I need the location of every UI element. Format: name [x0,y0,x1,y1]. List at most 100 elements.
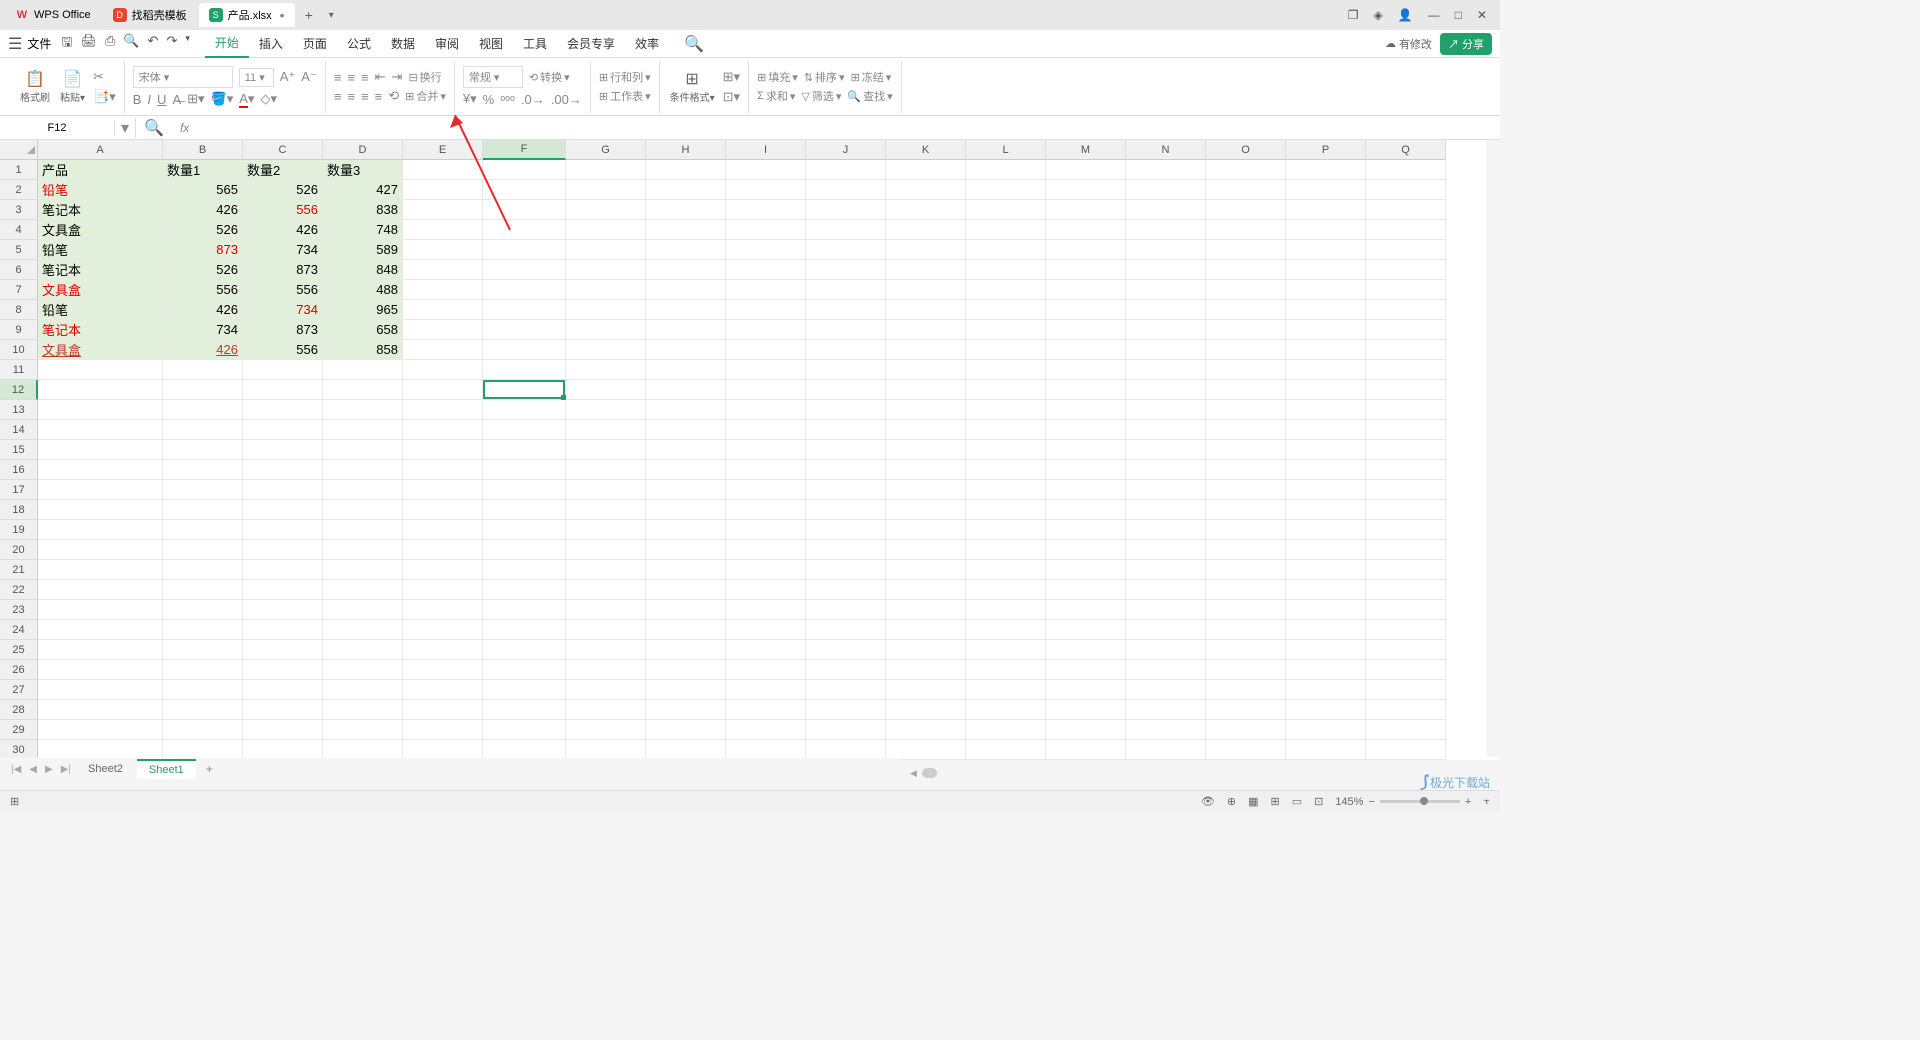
find-button[interactable]: 🔍 查找▾ [847,88,892,104]
strikethrough-icon[interactable]: A̶ [172,92,181,107]
sort-button[interactable]: ⇅ 排序▾ [804,69,845,85]
row-header[interactable]: 29 [0,720,38,740]
eye-icon[interactable]: 👁 [1201,795,1215,808]
data-cell[interactable]: 铅笔 [38,240,163,260]
status-mode-icon[interactable]: ⊞ [10,795,19,808]
minimize-icon[interactable]: — [1428,8,1440,22]
column-header[interactable]: I [726,140,806,160]
column-header[interactable]: P [1286,140,1366,160]
decrease-font-icon[interactable]: A⁻ [301,69,317,85]
decrease-decimal-icon[interactable]: .00→ [551,92,582,107]
increase-font-icon[interactable]: A⁺ [280,69,296,85]
data-cell[interactable]: 658 [323,320,403,340]
data-cell[interactable]: 文具盒 [38,340,163,360]
column-header[interactable]: E [403,140,483,160]
indent-decrease-icon[interactable]: ⇤ [375,69,386,85]
row-header[interactable]: 27 [0,680,38,700]
save-icon[interactable]: 🖫 [61,33,72,55]
data-cell[interactable]: 873 [243,320,323,340]
align-center-icon[interactable]: ≡ [347,89,355,104]
column-header[interactable]: K [886,140,966,160]
qat-dropdown-icon[interactable]: ▾ [185,33,190,55]
redo-icon[interactable]: ↷ [166,33,177,55]
row-header[interactable]: 10 [0,340,38,360]
row-header[interactable]: 22 [0,580,38,600]
zoom-formula-icon[interactable]: 🔍 [136,118,172,138]
sheet-nav-last-icon[interactable]: ▶| [58,764,74,775]
row-header[interactable]: 3 [0,200,38,220]
row-header[interactable]: 24 [0,620,38,640]
data-cell[interactable]: 426 [243,220,323,240]
column-header[interactable]: D [323,140,403,160]
data-cell[interactable]: 748 [323,220,403,240]
row-header[interactable]: 13 [0,400,38,420]
sheet-nav-prev-icon[interactable]: ◀ [26,764,40,775]
italic-icon[interactable]: I [147,92,151,107]
tab-file[interactable]: S 产品.xlsx • [199,3,295,27]
sum-button[interactable]: Σ 求和▾ [757,88,795,104]
data-cell[interactable]: 笔记本 [38,320,163,340]
data-cell[interactable]: 文具盒 [38,220,163,240]
orientation-icon[interactable]: ⟲ [388,88,399,104]
data-cell[interactable]: 873 [243,260,323,280]
fill-color-icon[interactable]: 🪣▾ [211,91,234,107]
select-all-corner[interactable] [0,140,38,160]
menu-tools[interactable]: 工具 [513,30,557,57]
row-header[interactable]: 11 [0,360,38,380]
cloud-status[interactable]: ☁有修改 [1385,36,1432,52]
search-icon[interactable]: 🔍 [684,34,704,54]
data-cell[interactable]: 427 [323,180,403,200]
increase-decimal-icon[interactable]: .0→ [521,92,545,107]
column-header[interactable]: L [966,140,1046,160]
font-selector[interactable]: 宋体 ▾ [133,66,233,88]
data-cell[interactable]: 589 [323,240,403,260]
header-cell[interactable]: 数量2 [243,160,323,180]
currency-icon[interactable]: ¥▾ [463,91,477,107]
menu-review[interactable]: 审阅 [425,30,469,57]
condfmt-button[interactable]: ⊞条件格式▾ [668,67,717,106]
format-painter-button[interactable]: 📋格式刷 [18,67,52,106]
undo-icon[interactable]: ↶ [148,33,159,55]
row-header[interactable]: 12 [0,380,38,400]
view-break-icon[interactable]: ▭ [1292,795,1302,808]
border-icon[interactable]: ⊞▾ [187,91,204,107]
row-header[interactable]: 14 [0,420,38,440]
print-icon[interactable]: ⎙ [105,33,115,55]
data-cell[interactable]: 笔记本 [38,200,163,220]
formula-input[interactable] [197,126,1500,130]
add-sheet-button[interactable]: + [198,759,221,779]
data-cell[interactable]: 556 [243,200,323,220]
row-header[interactable]: 4 [0,220,38,240]
underline-icon[interactable]: U [157,92,166,107]
menu-start[interactable]: 开始 [205,29,249,58]
hamburger-icon[interactable]: ☰ [8,34,22,54]
row-header[interactable]: 1 [0,160,38,180]
menu-file[interactable]: 文件 [27,35,51,52]
row-header[interactable]: 18 [0,500,38,520]
menu-page[interactable]: 页面 [293,30,337,57]
comma-icon[interactable]: ᵒᵒᵒ [500,92,515,107]
data-cell[interactable]: 734 [163,320,243,340]
row-header[interactable]: 28 [0,700,38,720]
menu-insert[interactable]: 插入 [249,30,293,57]
row-header[interactable]: 17 [0,480,38,500]
new-tab-button[interactable]: + [297,3,321,27]
menu-formula[interactable]: 公式 [337,30,381,57]
header-cell[interactable]: 产品 [38,160,163,180]
data-cell[interactable]: 526 [243,180,323,200]
highlight-icon[interactable]: ◇▾ [260,91,277,107]
data-cell[interactable]: 965 [323,300,403,320]
cube-icon[interactable]: ◈ [1374,8,1383,22]
row-header[interactable]: 15 [0,440,38,460]
copy-icon[interactable]: 📑▾ [93,89,116,105]
zoom-slider[interactable] [1380,800,1460,803]
data-cell[interactable]: 873 [163,240,243,260]
column-header[interactable]: J [806,140,886,160]
share-button[interactable]: ↗ 分享 [1440,33,1492,55]
column-header[interactable]: H [646,140,726,160]
menu-view[interactable]: 视图 [469,30,513,57]
column-header[interactable]: A [38,140,163,160]
row-header[interactable]: 25 [0,640,38,660]
data-cell[interactable]: 426 [163,200,243,220]
user-icon[interactable]: 👤 [1398,8,1413,22]
